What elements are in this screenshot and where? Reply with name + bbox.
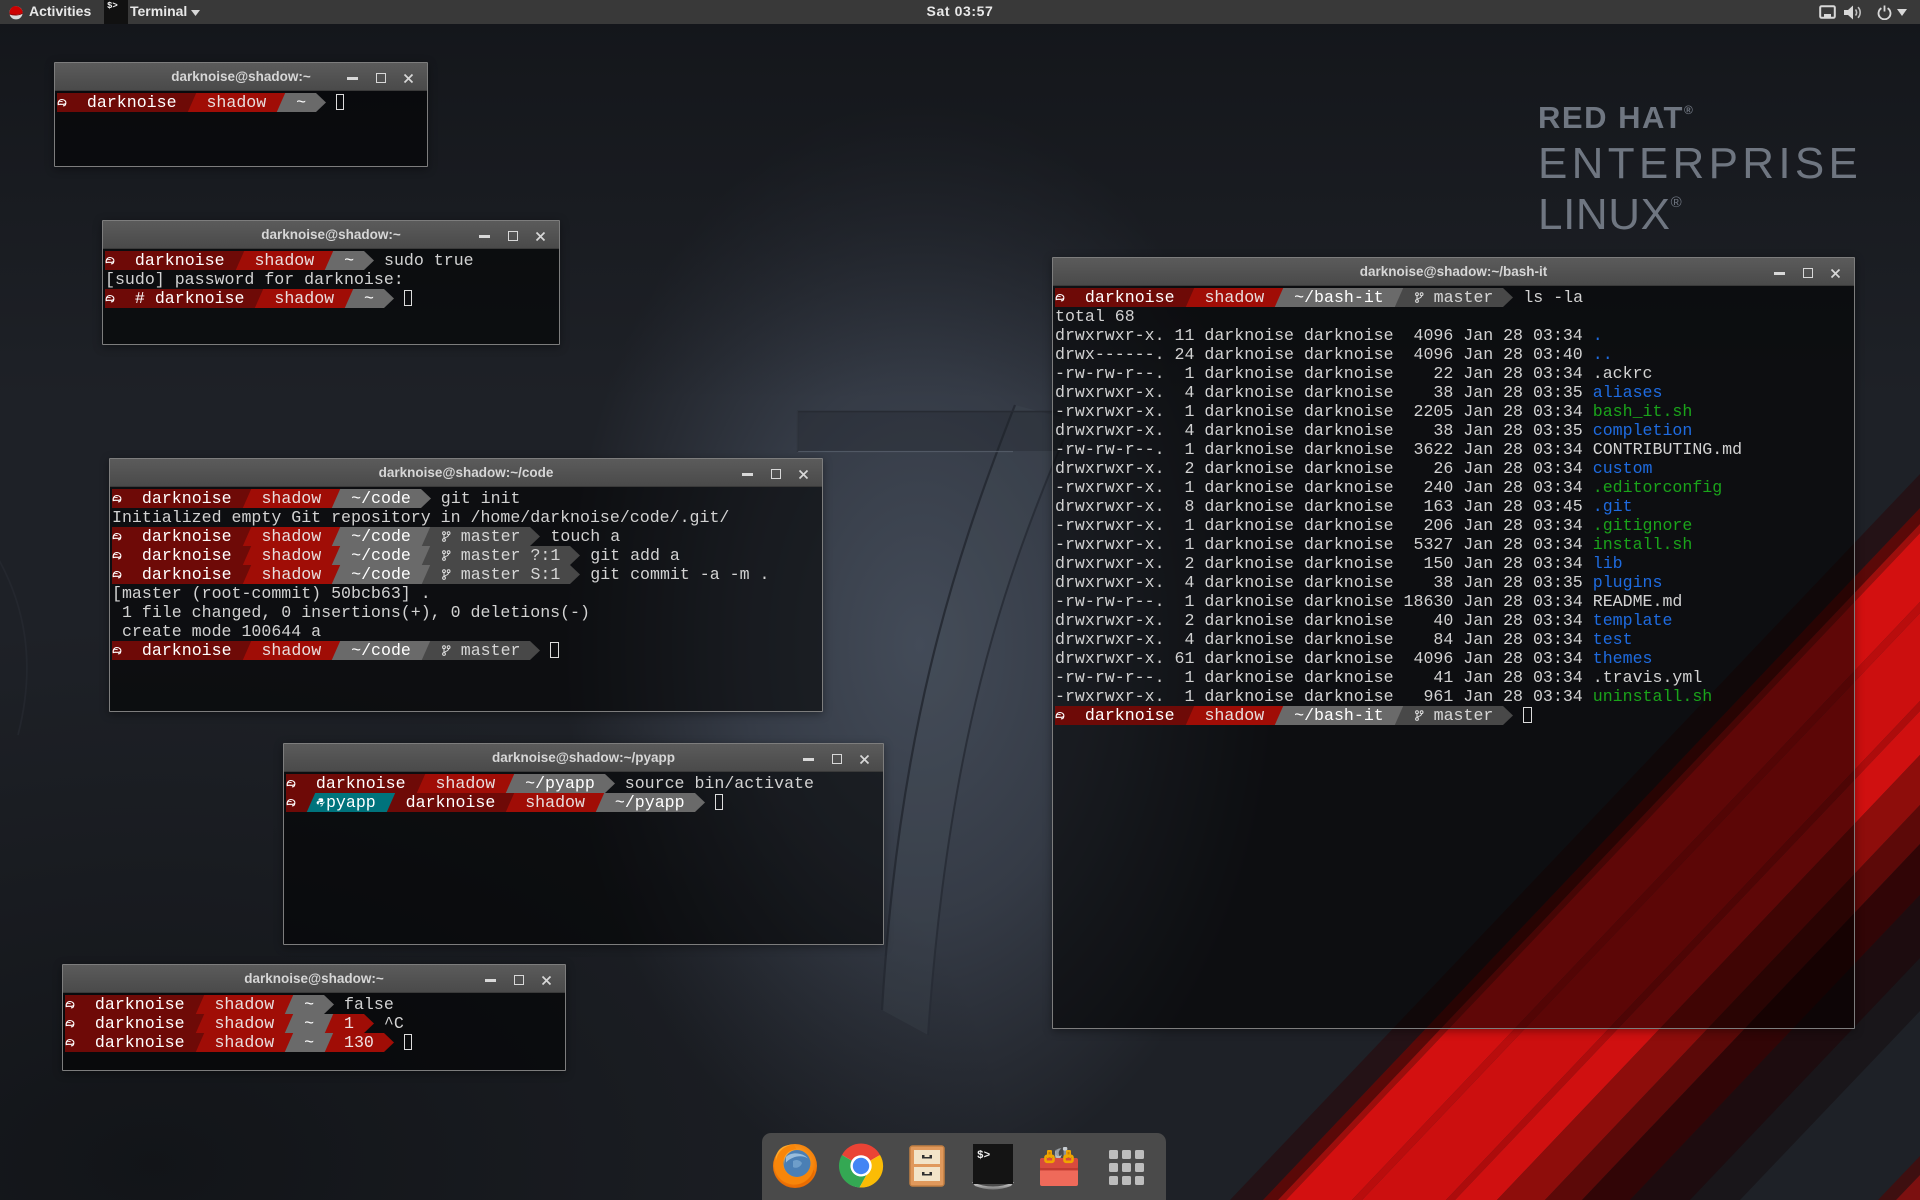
svg-text:$>: $> <box>977 1150 991 1162</box>
